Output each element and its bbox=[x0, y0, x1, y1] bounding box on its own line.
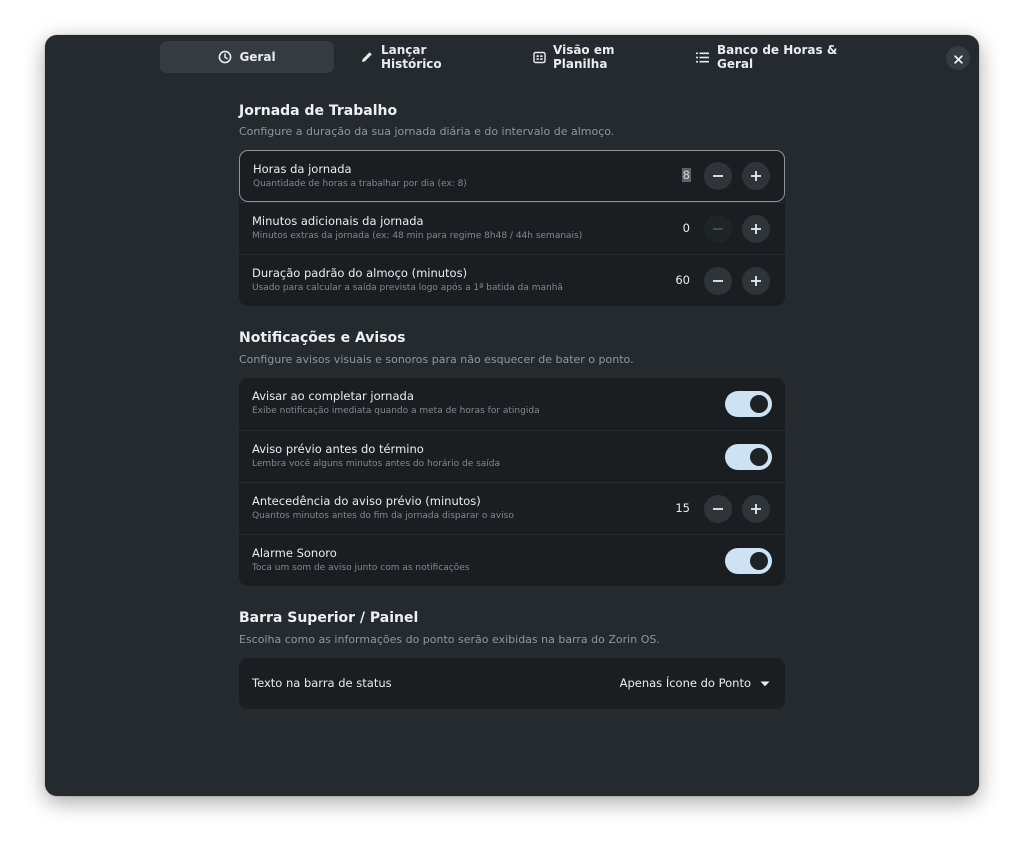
close-button[interactable] bbox=[946, 46, 970, 70]
row-subtitle: Quantos minutos antes do fim da jornada … bbox=[252, 511, 514, 521]
minus-icon bbox=[712, 500, 724, 519]
status-text-dropdown[interactable]: Apenas Ícone do Ponto bbox=[620, 676, 770, 690]
section-desc-jornada: Configure a duração da sua jornada diári… bbox=[239, 125, 615, 138]
section-title-barra: Barra Superior / Painel bbox=[239, 610, 419, 626]
row-subtitle: Usado para calcular a saída prevista log… bbox=[252, 283, 563, 293]
row-subtitle: Quantidade de horas a trabalhar por dia … bbox=[253, 179, 467, 189]
row-avisar-completar: Avisar ao completar jornada Exibe notifi… bbox=[239, 378, 785, 430]
minus-icon bbox=[712, 220, 724, 239]
row-minutos-adicionais: Minutos adicionais da jornada Minutos ex… bbox=[239, 202, 785, 254]
row-title: Avisar ao completar jornada bbox=[252, 389, 414, 403]
section-title-jornada: Jornada de Trabalho bbox=[239, 103, 398, 119]
switch-knob bbox=[750, 395, 768, 413]
row-texto-barra-status: Texto na barra de status Apenas Ícone do… bbox=[239, 658, 785, 709]
row-subtitle: Exibe notificação imediata quando a meta… bbox=[252, 406, 540, 416]
minus-icon bbox=[712, 272, 724, 291]
dropdown-selected-value: Apenas Ícone do Ponto bbox=[619, 676, 751, 690]
row-title: Alarme Sonoro bbox=[252, 546, 337, 560]
row-antecedencia-aviso: Antecedência do aviso prévio (minutos) Q… bbox=[239, 482, 785, 534]
increment-button[interactable] bbox=[742, 215, 770, 243]
preferences-window: Geral Lançar Histórico Visão em Planilha… bbox=[45, 35, 979, 796]
toggle-aviso-previo[interactable] bbox=[725, 444, 772, 470]
row-subtitle: Lembra você alguns minutos antes do horá… bbox=[252, 459, 501, 469]
section-desc-barra: Escolha como as informações do ponto ser… bbox=[239, 633, 660, 646]
card-barra: Texto na barra de status Apenas Ícone do… bbox=[239, 658, 785, 709]
row-subtitle: Minutos extras da jornada (ex: 48 min pa… bbox=[252, 231, 583, 241]
tab-lancar-historico[interactable]: Lançar Histórico bbox=[360, 41, 490, 73]
row-title: Duração padrão do almoço (minutos) bbox=[252, 266, 468, 280]
spreadsheet-icon bbox=[533, 51, 546, 64]
increment-button[interactable] bbox=[742, 162, 770, 190]
tab-label: Geral bbox=[239, 50, 276, 64]
toggle-avisar-completar[interactable] bbox=[725, 391, 772, 417]
section-title-notificacoes: Notificações e Avisos bbox=[239, 330, 406, 346]
tab-visao-planilha[interactable]: Visão em Planilha bbox=[533, 41, 673, 73]
row-title: Minutos adicionais da jornada bbox=[252, 214, 424, 228]
clock-icon bbox=[218, 50, 232, 64]
tab-label: Banco de Horas & Geral bbox=[717, 43, 838, 71]
almoco-value-input[interactable]: 60 bbox=[660, 273, 690, 287]
switch-knob bbox=[750, 448, 768, 466]
minus-icon bbox=[712, 167, 724, 186]
card-jornada: Horas da jornada Quantidade de horas a t… bbox=[239, 150, 785, 306]
row-aviso-previo: Aviso prévio antes do término Lembra voc… bbox=[239, 430, 785, 482]
row-title: Antecedência do aviso prévio (minutos) bbox=[252, 494, 481, 508]
increment-button[interactable] bbox=[742, 495, 770, 523]
row-subtitle: Toca um som de aviso junto com as notifi… bbox=[252, 563, 470, 573]
plus-icon bbox=[750, 220, 762, 239]
horas-value-input[interactable]: 8 bbox=[661, 168, 691, 182]
toggle-alarme-sonoro[interactable] bbox=[725, 548, 772, 574]
decrement-button[interactable] bbox=[704, 215, 732, 243]
row-title: Aviso prévio antes do término bbox=[252, 442, 424, 456]
row-title: Texto na barra de status bbox=[252, 676, 392, 690]
antecedencia-value-input[interactable]: 15 bbox=[660, 501, 690, 515]
row-horas-jornada: Horas da jornada Quantidade de horas a t… bbox=[239, 150, 785, 202]
row-title: Horas da jornada bbox=[253, 162, 352, 176]
tab-geral[interactable]: Geral bbox=[160, 41, 334, 73]
minutos-value-input[interactable]: 0 bbox=[660, 221, 690, 235]
list-icon bbox=[695, 51, 710, 64]
pencil-icon bbox=[360, 50, 374, 64]
section-desc-notificacoes: Configure avisos visuais e sonoros para … bbox=[239, 353, 634, 366]
plus-icon bbox=[750, 272, 762, 291]
switch-knob bbox=[750, 552, 768, 570]
decrement-button[interactable] bbox=[704, 495, 732, 523]
close-icon bbox=[953, 49, 963, 68]
decrement-button[interactable] bbox=[704, 267, 732, 295]
card-notificacoes: Avisar ao completar jornada Exibe notifi… bbox=[239, 378, 785, 586]
header-bar: Geral Lançar Histórico Visão em Planilha… bbox=[45, 35, 979, 81]
tab-banco-horas[interactable]: Banco de Horas & Geral bbox=[695, 41, 857, 73]
increment-button[interactable] bbox=[742, 267, 770, 295]
row-duracao-almoco: Duração padrão do almoço (minutos) Usado… bbox=[239, 254, 785, 306]
chevron-down-icon bbox=[760, 676, 770, 690]
plus-icon bbox=[750, 500, 762, 519]
tab-label: Visão em Planilha bbox=[553, 43, 615, 71]
tab-label: Lançar Histórico bbox=[381, 43, 442, 71]
row-alarme-sonoro: Alarme Sonoro Toca um som de aviso junto… bbox=[239, 534, 785, 586]
decrement-button[interactable] bbox=[704, 162, 732, 190]
plus-icon bbox=[750, 167, 762, 186]
